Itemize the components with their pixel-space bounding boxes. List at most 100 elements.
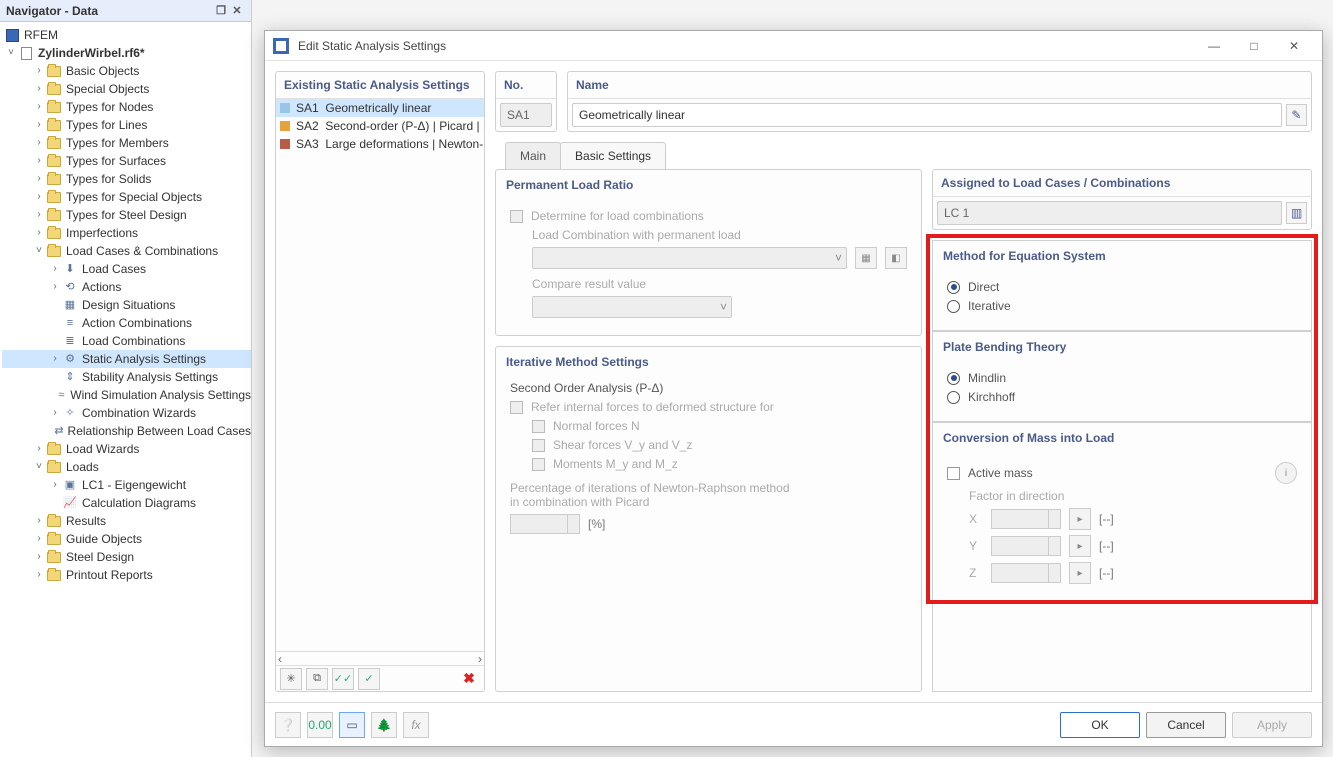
edit-name-icon[interactable]: ✎ — [1286, 104, 1307, 126]
tree-item[interactable]: ≣Load Combinations — [2, 332, 251, 350]
tree-item[interactable]: ›Types for Nodes — [2, 98, 251, 116]
design-sit-icon: ▦ — [62, 297, 78, 313]
checkbox-icon[interactable] — [510, 210, 523, 223]
tree-item[interactable]: ›Load Wizards — [2, 440, 251, 458]
check-button[interactable]: ✓✓ — [332, 668, 354, 690]
list-item-sa2[interactable]: SA2 Second-order (P-Δ) | Picard | 100 | — [276, 117, 484, 135]
script-button[interactable]: fx — [403, 712, 429, 738]
tree-item-static-analysis[interactable]: ›⚙Static Analysis Settings — [2, 350, 251, 368]
tree-item[interactable]: ›Guide Objects — [2, 530, 251, 548]
tree-item[interactable]: ›▣LC1 - Eigengewicht — [2, 476, 251, 494]
tree-item[interactable]: ›Basic Objects — [2, 62, 251, 80]
tree-root-rfem[interactable]: RFEM — [2, 26, 251, 44]
checkbox-icon — [532, 458, 545, 471]
tree-item[interactable]: ▦Design Situations — [2, 296, 251, 314]
calendar-icon: ▦ — [855, 247, 877, 269]
navigator-tree[interactable]: RFEM ˅ZylinderWirbel.rf6* ›Basic Objects… — [0, 22, 251, 757]
compare-combobox: ˅ — [532, 296, 732, 318]
dialog-title-bar[interactable]: Edit Static Analysis Settings — □ ✕ — [265, 31, 1322, 61]
info-icon[interactable]: i — [1275, 462, 1297, 484]
close-button[interactable]: ✕ — [1274, 34, 1314, 58]
stability-icon: ⇕ — [62, 369, 78, 385]
radio-iterative[interactable]: Iterative — [947, 299, 1297, 313]
tree-item[interactable]: ›Types for Steel Design — [2, 206, 251, 224]
pct-spinner — [510, 514, 580, 534]
tree-item[interactable]: ⇕Stability Analysis Settings — [2, 368, 251, 386]
active-mass-checkbox[interactable]: Active mass i — [947, 462, 1297, 484]
checkbox-icon[interactable] — [510, 401, 523, 414]
tab-main[interactable]: Main — [505, 142, 561, 169]
dialog-app-icon — [273, 38, 289, 54]
x-spinner — [991, 509, 1061, 529]
lc-combobox: ˅ — [532, 247, 847, 269]
tree-item[interactable]: ≡Action Combinations — [2, 314, 251, 332]
tree-item[interactable]: ›Types for Surfaces — [2, 152, 251, 170]
tree-item[interactable]: ›Types for Lines — [2, 116, 251, 134]
view-button[interactable]: ▭ — [339, 712, 365, 738]
assigned-goto-icon[interactable]: ▥ — [1286, 202, 1307, 224]
name-field[interactable]: Geometrically linear — [572, 103, 1282, 127]
tree-project[interactable]: ˅ZylinderWirbel.rf6* — [2, 44, 251, 62]
help-button[interactable]: ❔ — [275, 712, 301, 738]
wind-icon: ≈ — [57, 387, 67, 403]
radio-kirchhoff[interactable]: Kirchhoff — [947, 390, 1297, 404]
tree-item[interactable]: ˅Load Cases & Combinations — [2, 242, 251, 260]
tree-item[interactable]: ⇄Relationship Between Load Cases — [2, 422, 251, 440]
tree-item[interactable]: ›⬇Load Cases — [2, 260, 251, 278]
checkbox-icon — [532, 439, 545, 452]
tree-item[interactable]: ›Types for Special Objects — [2, 188, 251, 206]
radio-direct[interactable]: Direct — [947, 280, 1297, 294]
tree-item[interactable]: ›Special Objects — [2, 80, 251, 98]
tree-item[interactable]: ›Steel Design — [2, 548, 251, 566]
existing-settings-header: Existing Static Analysis Settings — [276, 72, 484, 99]
units-button[interactable]: 0.00 — [307, 712, 333, 738]
uncheck-button[interactable]: ✓ — [358, 668, 380, 690]
tree-item[interactable]: ›✧Combination Wizards — [2, 404, 251, 422]
minimize-button[interactable]: — — [1194, 34, 1234, 58]
apply-button[interactable]: Apply — [1232, 712, 1312, 738]
tree-item[interactable]: ˅Loads — [2, 458, 251, 476]
delete-button[interactable]: ✖ — [458, 668, 480, 690]
permanent-load-section: Permanent Load Ratio Determine for load … — [495, 169, 922, 336]
undock-icon[interactable]: ❐ — [213, 4, 229, 17]
action-comb-icon: ≡ — [62, 315, 78, 331]
radio-icon — [947, 300, 960, 313]
checkbox-icon[interactable] — [947, 467, 960, 480]
tree-button[interactable]: 🌲 — [371, 712, 397, 738]
static-icon: ⚙ — [62, 351, 78, 367]
tree-item[interactable]: ≈Wind Simulation Analysis Settings — [2, 386, 251, 404]
tree-item[interactable]: ›Types for Members — [2, 134, 251, 152]
tree-item[interactable]: ›⟲Actions — [2, 278, 251, 296]
wizard-icon: ✧ — [62, 405, 78, 421]
copy-button[interactable]: ⧉ — [306, 668, 328, 690]
new-button[interactable]: ✳ — [280, 668, 302, 690]
list-item-sa1[interactable]: SA1 Geometrically linear — [276, 99, 484, 117]
refer-checkbox-row[interactable]: Refer internal forces to deformed struct… — [510, 400, 907, 414]
determine-checkbox-row[interactable]: Determine for load combinations — [510, 209, 907, 223]
relation-icon: ⇄ — [54, 423, 63, 439]
radio-icon — [947, 391, 960, 404]
tree-item[interactable]: ›Imperfections — [2, 224, 251, 242]
actions-icon: ⟲ — [62, 279, 78, 295]
tree-item[interactable]: ›Results — [2, 512, 251, 530]
horizontal-scrollbar[interactable]: ‹› — [276, 651, 484, 665]
radio-mindlin[interactable]: Mindlin — [947, 371, 1297, 385]
list-item-sa3[interactable]: SA3 Large deformations | Newton-Rap — [276, 135, 484, 153]
loadcase-icon: ▣ — [62, 477, 78, 493]
assigned-header: Assigned to Load Cases / Combinations — [933, 170, 1311, 197]
ok-button[interactable]: OK — [1060, 712, 1140, 738]
tree-item[interactable]: ›Types for Solids — [2, 170, 251, 188]
tab-basic-settings[interactable]: Basic Settings — [560, 142, 666, 169]
loadcases-icon: ⬇ — [62, 261, 78, 277]
close-icon[interactable]: ✕ — [229, 4, 245, 17]
radio-icon — [947, 281, 960, 294]
load-comb-icon: ≣ — [62, 333, 78, 349]
tree-item[interactable]: ›Printout Reports — [2, 566, 251, 584]
tree-item[interactable]: 📈Calculation Diagrams — [2, 494, 251, 512]
dialog-title: Edit Static Analysis Settings — [298, 39, 446, 53]
assigned-field: LC 1 — [937, 201, 1282, 225]
maximize-button[interactable]: □ — [1234, 34, 1274, 58]
cancel-button[interactable]: Cancel — [1146, 712, 1226, 738]
existing-settings-list[interactable]: SA1 Geometrically linear SA2 Second-orde… — [276, 99, 484, 651]
arrow-icon: ▸ — [1069, 508, 1091, 530]
